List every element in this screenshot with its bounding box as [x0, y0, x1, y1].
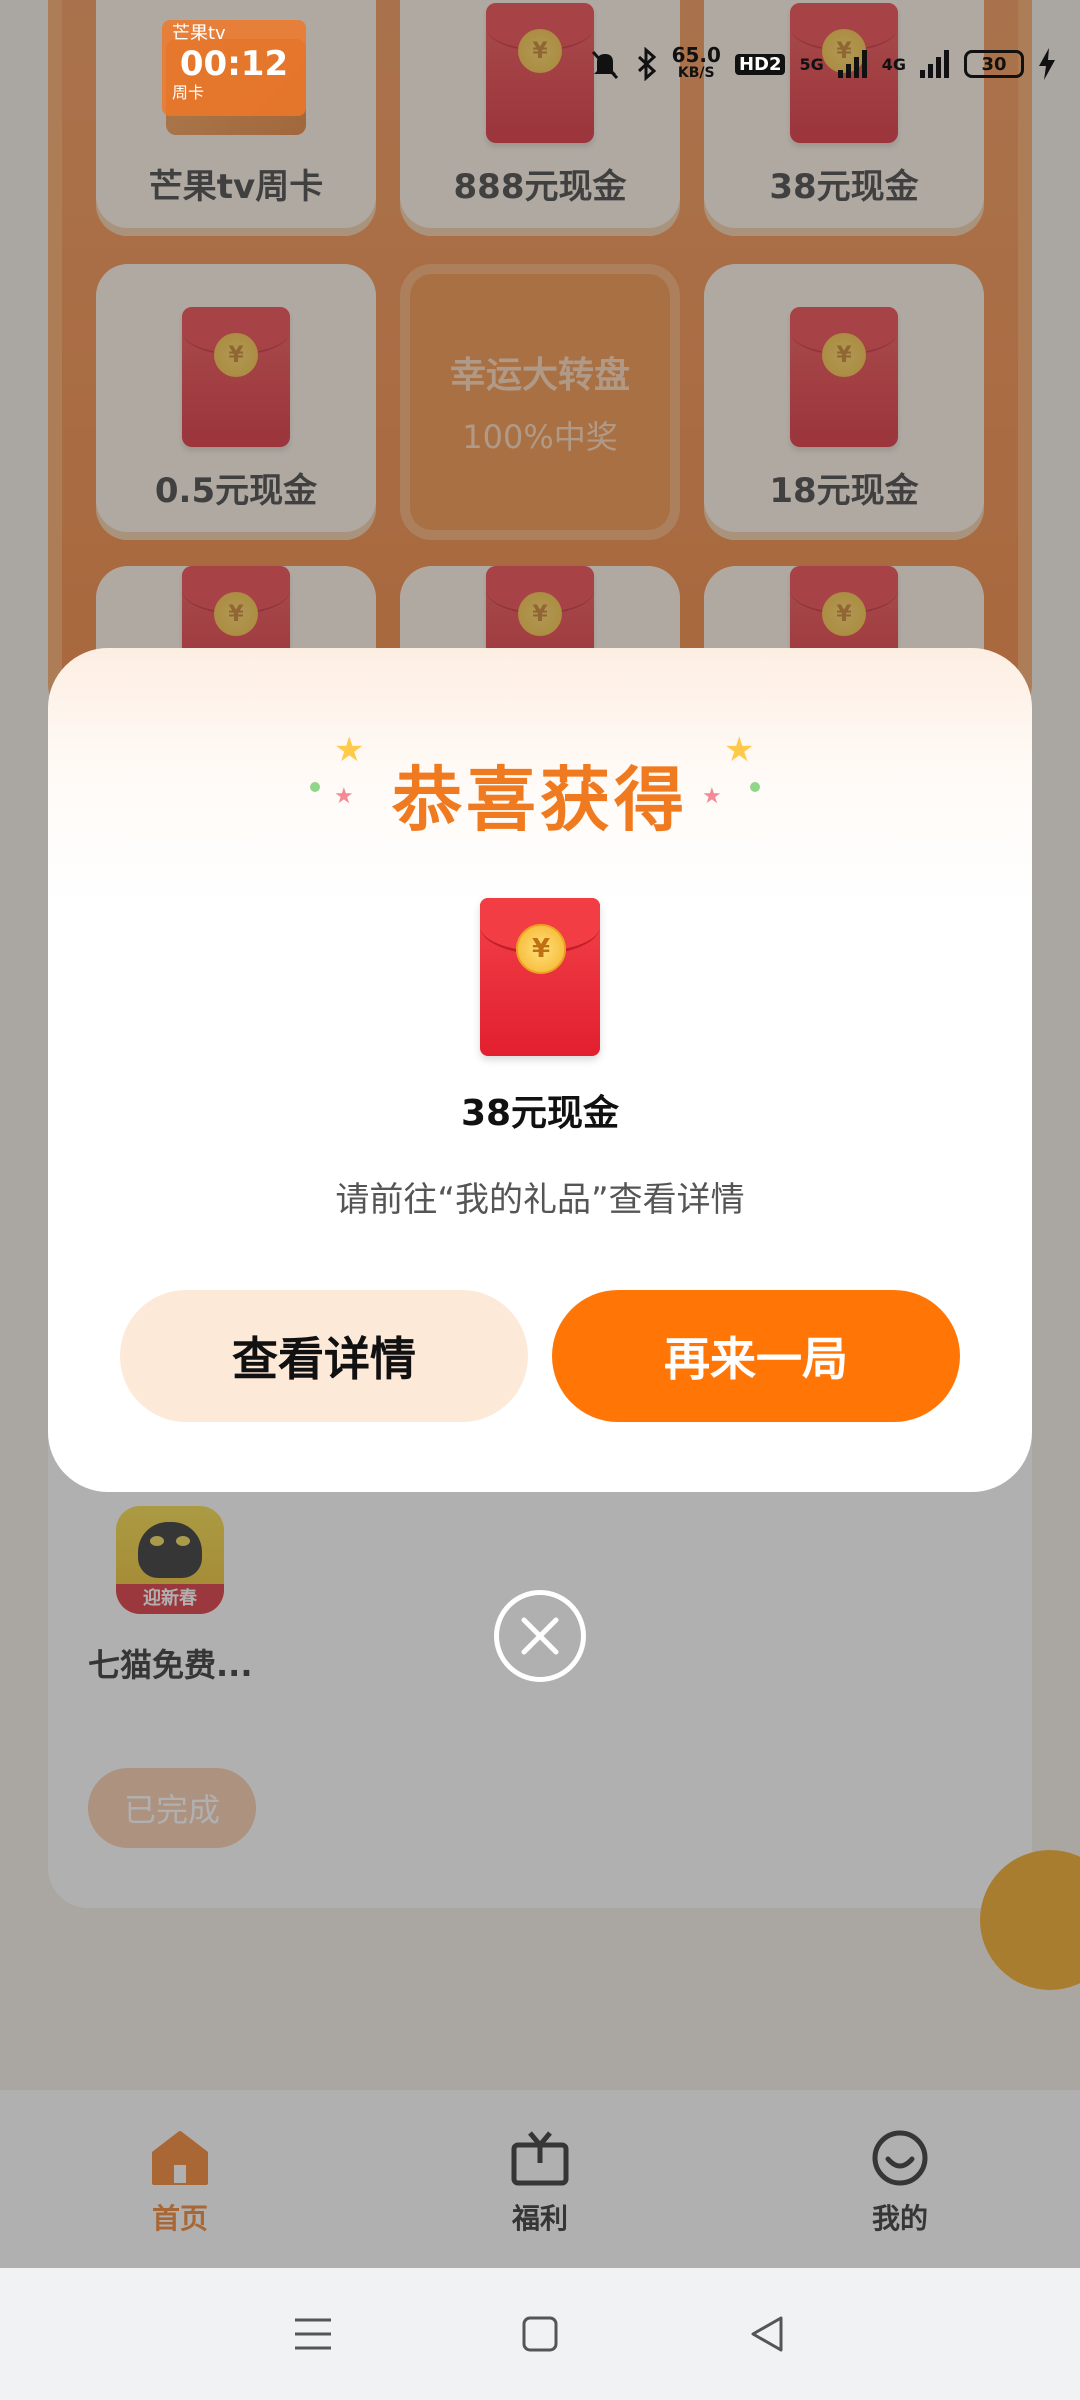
prize-hint: 请前往“我的礼品”查看详情: [335, 1180, 745, 1220]
prize-dialog: ★ ★ ★ ★ 恭喜获得 ¥ 38元现金 请前往“我的礼品”查看详情 查看详情 …: [48, 648, 1032, 1492]
bluetooth-icon: [637, 47, 656, 81]
time-badge-sub: 周卡: [172, 83, 205, 102]
close-icon: [521, 1617, 559, 1655]
view-details-button[interactable]: 查看详情: [120, 1290, 528, 1422]
charging-icon: [1039, 48, 1055, 80]
prize-name: 38元现金: [460, 1093, 620, 1134]
signal-icon: [837, 50, 867, 78]
time-badge-label: 芒果tv: [172, 23, 226, 44]
battery-level: 30: [981, 53, 1007, 75]
network-speed: 65.0 KB/S: [671, 43, 721, 82]
network-4g-label: 4G: [881, 54, 906, 74]
play-again-button[interactable]: 再来一局: [552, 1290, 960, 1422]
battery-icon: 30: [964, 50, 1024, 78]
mute-bell-icon: [591, 50, 618, 80]
speed-unit: KB/S: [677, 65, 715, 81]
time-badge: 芒果tv 00:12 周卡: [162, 20, 306, 116]
clock-time: 00:12: [179, 44, 289, 84]
home-square-icon[interactable]: [520, 2314, 560, 2354]
status-icons: 65.0 KB/S HD2 5G 4G 30: [588, 43, 1056, 82]
dialog-title: 恭喜获得: [392, 759, 688, 841]
status-bar: 芒果tv 00:12 周卡 65.0 KB/S HD2 5G 4G 30: [0, 0, 1080, 130]
close-dialog-button[interactable]: [494, 1590, 586, 1682]
coin-icon: ¥: [516, 924, 566, 974]
back-icon[interactable]: [747, 2314, 787, 2354]
red-envelope-icon: ¥: [480, 898, 600, 1056]
hd-icon: HD2: [734, 53, 786, 75]
menu-icon[interactable]: [293, 2314, 333, 2354]
network-5g-label: 5G: [799, 54, 824, 74]
system-nav-bar: [0, 2268, 1080, 2400]
speed-value: 65.0: [671, 43, 721, 67]
signal-icon: [920, 50, 949, 78]
